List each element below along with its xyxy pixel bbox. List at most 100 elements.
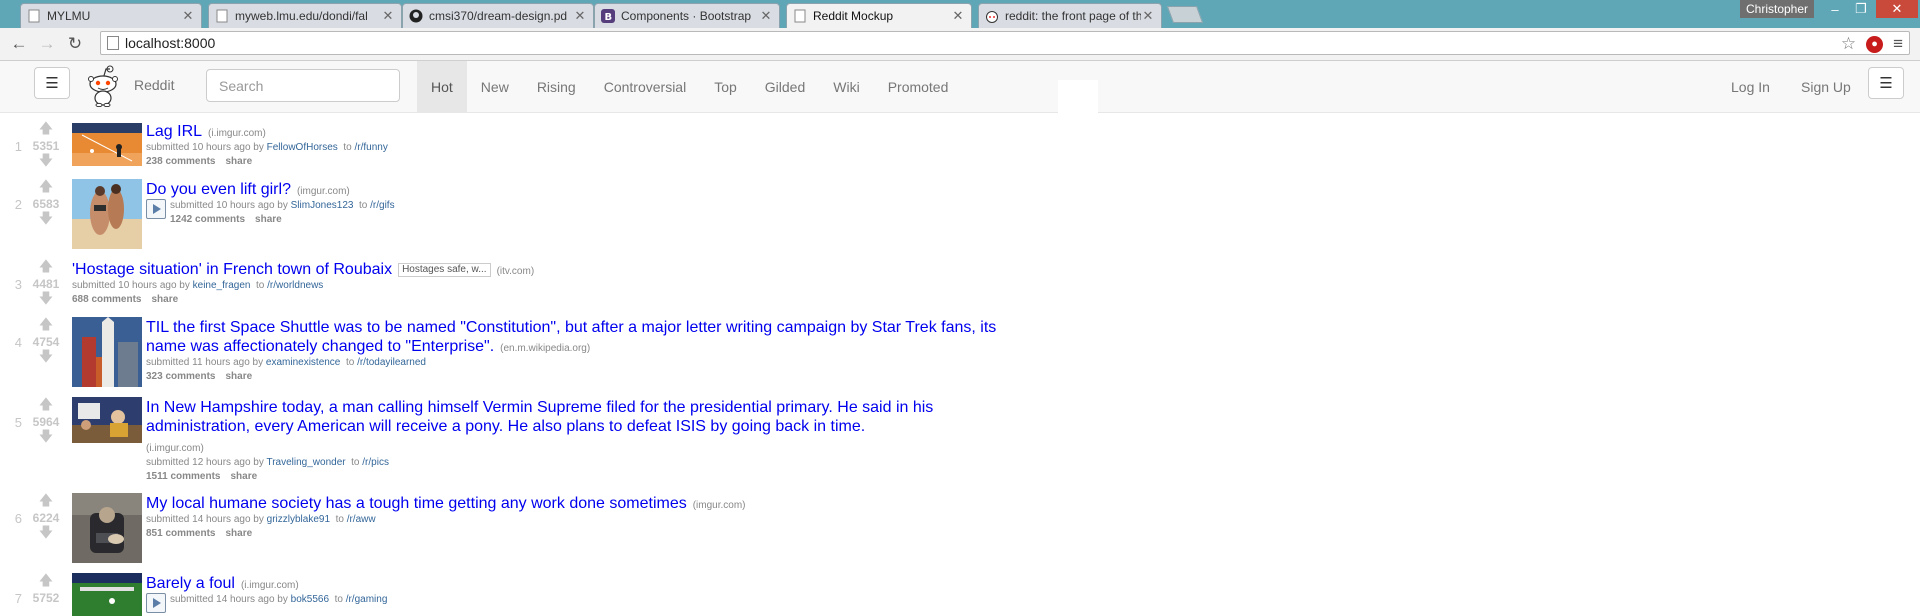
upvote-icon[interactable]: 🡅 [38, 259, 54, 273]
downvote-icon[interactable]: 🡇 [38, 153, 54, 167]
subreddit-link[interactable]: /r/gaming [346, 594, 388, 605]
subreddit-link[interactable]: /r/worldnews [267, 280, 323, 291]
post-title-link[interactable]: In New Hampshire today, a man calling hi… [146, 399, 933, 435]
close-icon[interactable]: ✕ [951, 8, 965, 24]
close-icon[interactable]: ✕ [381, 8, 395, 24]
subreddit-link[interactable]: /r/funny [354, 142, 387, 153]
close-icon[interactable]: ✕ [181, 8, 195, 24]
tab-hot[interactable]: Hot [417, 61, 467, 112]
post-domain[interactable]: (i.imgur.com) [241, 580, 299, 591]
forward-icon[interactable]: → [36, 33, 58, 55]
bookmark-star-icon[interactable]: ☆ [1841, 34, 1856, 54]
post-thumbnail[interactable] [72, 179, 142, 249]
subreddit-link[interactable]: /r/gifs [370, 200, 394, 211]
upvote-icon[interactable]: 🡅 [38, 573, 54, 587]
subreddit-link[interactable]: /r/pics [362, 457, 389, 468]
browser-tab[interactable]: MYLMU ✕ [20, 3, 202, 28]
tab-promoted[interactable]: Promoted [874, 61, 963, 112]
post-domain[interactable]: (itv.com) [497, 266, 535, 277]
reddit-logo-icon[interactable] [86, 65, 120, 108]
signup-link[interactable]: Sign Up [1801, 61, 1851, 112]
post-title-link[interactable]: Do you even lift girl? [146, 181, 291, 198]
downvote-icon[interactable]: 🡇 [38, 429, 54, 443]
author-link[interactable]: FellowOfHorses [267, 142, 338, 153]
tab-gilded[interactable]: Gilded [751, 61, 819, 112]
close-icon[interactable]: ✕ [759, 8, 773, 24]
comments-link[interactable]: 1242 comments [170, 214, 245, 225]
downvote-icon[interactable]: 🡇 [38, 291, 54, 305]
post-domain[interactable]: (imgur.com) [297, 186, 350, 197]
browser-tab[interactable]: reddit: the front page of th ✕ [978, 3, 1162, 28]
author-link[interactable]: Traveling_wonder [266, 457, 345, 468]
address-bar[interactable]: localhost:8000 ☆ ● ≡ [100, 31, 1910, 55]
share-link[interactable]: share [225, 528, 252, 539]
post-domain[interactable]: (i.imgur.com) [146, 443, 204, 454]
browser-tab[interactable]: B Components · Bootstrap ✕ [594, 3, 780, 28]
chrome-menu-icon[interactable]: ≡ [1893, 34, 1903, 54]
upvote-icon[interactable]: 🡅 [38, 317, 54, 331]
upvote-icon[interactable]: 🡅 [38, 397, 54, 411]
back-icon[interactable]: ← [8, 33, 30, 55]
share-link[interactable]: share [231, 471, 258, 482]
login-link[interactable]: Log In [1731, 61, 1770, 112]
comments-link[interactable]: 851 comments [146, 528, 215, 539]
close-icon[interactable]: ✕ [573, 8, 587, 24]
downvote-icon[interactable]: 🡇 [38, 211, 54, 225]
share-link[interactable]: share [225, 371, 252, 382]
post-thumbnail[interactable] [72, 573, 142, 616]
browser-tab-active[interactable]: Reddit Mockup ✕ [786, 3, 972, 28]
post-title-link[interactable]: Barely a foul [146, 575, 235, 592]
comments-link[interactable]: 1511 comments [146, 471, 221, 482]
post-domain[interactable]: (i.imgur.com) [208, 128, 266, 139]
post-domain[interactable]: (en.m.wikipedia.org) [500, 343, 590, 354]
comments-link[interactable]: 323 comments [146, 371, 215, 382]
post-item: 3 🡅 4481 🡇 'Hostage situation' in French… [0, 258, 1100, 308]
post-thumbnail[interactable] [72, 397, 142, 443]
left-menu-button[interactable]: ☰ [34, 67, 70, 99]
brand-link[interactable]: Reddit [134, 77, 174, 93]
tab-wiki[interactable]: Wiki [819, 61, 873, 112]
post-domain[interactable]: (imgur.com) [693, 500, 746, 511]
share-link[interactable]: share [225, 156, 252, 167]
subreddit-link[interactable]: /r/aww [347, 514, 376, 525]
close-icon[interactable]: ✕ [1141, 8, 1155, 24]
author-link[interactable]: grizzlyblake91 [267, 514, 330, 525]
downvote-icon[interactable]: 🡇 [38, 349, 54, 363]
author-link[interactable]: SlimJones123 [291, 200, 354, 211]
new-tab-button[interactable] [1166, 6, 1204, 23]
post-thumbnail[interactable] [72, 123, 142, 166]
author-link[interactable]: examinexistence [266, 357, 340, 368]
restore-icon[interactable]: ❐ [1848, 0, 1874, 18]
upvote-icon[interactable]: 🡅 [38, 121, 54, 135]
upvote-icon[interactable]: 🡅 [38, 179, 54, 193]
browser-tab[interactable]: myweb.lmu.edu/dondi/fal ✕ [208, 3, 402, 28]
tab-controversial[interactable]: Controversial [590, 61, 700, 112]
profile-chip[interactable]: Christopher [1740, 0, 1814, 18]
post-title-link[interactable]: My local humane society has a tough time… [146, 495, 687, 512]
downvote-icon[interactable]: 🡇 [38, 525, 54, 539]
share-link[interactable]: share [255, 214, 282, 225]
upvote-icon[interactable]: 🡅 [38, 493, 54, 507]
post-title-link[interactable]: 'Hostage situation' in French town of Ro… [72, 261, 392, 278]
extension-icon[interactable]: ● [1866, 35, 1884, 53]
post-thumbnail[interactable] [72, 493, 142, 563]
share-link[interactable]: share [151, 294, 178, 305]
right-menu-button[interactable]: ☰ [1868, 67, 1904, 99]
expando-play-icon[interactable] [146, 199, 166, 219]
reload-icon[interactable]: ↻ [64, 33, 86, 55]
search-input[interactable] [206, 69, 400, 102]
post-thumbnail[interactable] [72, 317, 142, 387]
tab-rising[interactable]: Rising [523, 61, 590, 112]
expando-play-icon[interactable] [146, 593, 166, 613]
comments-link[interactable]: 688 comments [72, 294, 141, 305]
tab-new[interactable]: New [467, 61, 523, 112]
window-close-icon[interactable]: ✕ [1876, 0, 1918, 18]
author-link[interactable]: bok5566 [291, 594, 329, 605]
tab-top[interactable]: Top [700, 61, 751, 112]
browser-tab[interactable]: cmsi370/dream-design.pd ✕ [402, 3, 594, 28]
post-title-link[interactable]: Lag IRL [146, 123, 202, 140]
subreddit-link[interactable]: /r/todayilearned [357, 357, 426, 368]
author-link[interactable]: keine_fragen [193, 280, 251, 291]
minimize-icon[interactable]: – [1822, 0, 1848, 18]
comments-link[interactable]: 238 comments [146, 156, 215, 167]
